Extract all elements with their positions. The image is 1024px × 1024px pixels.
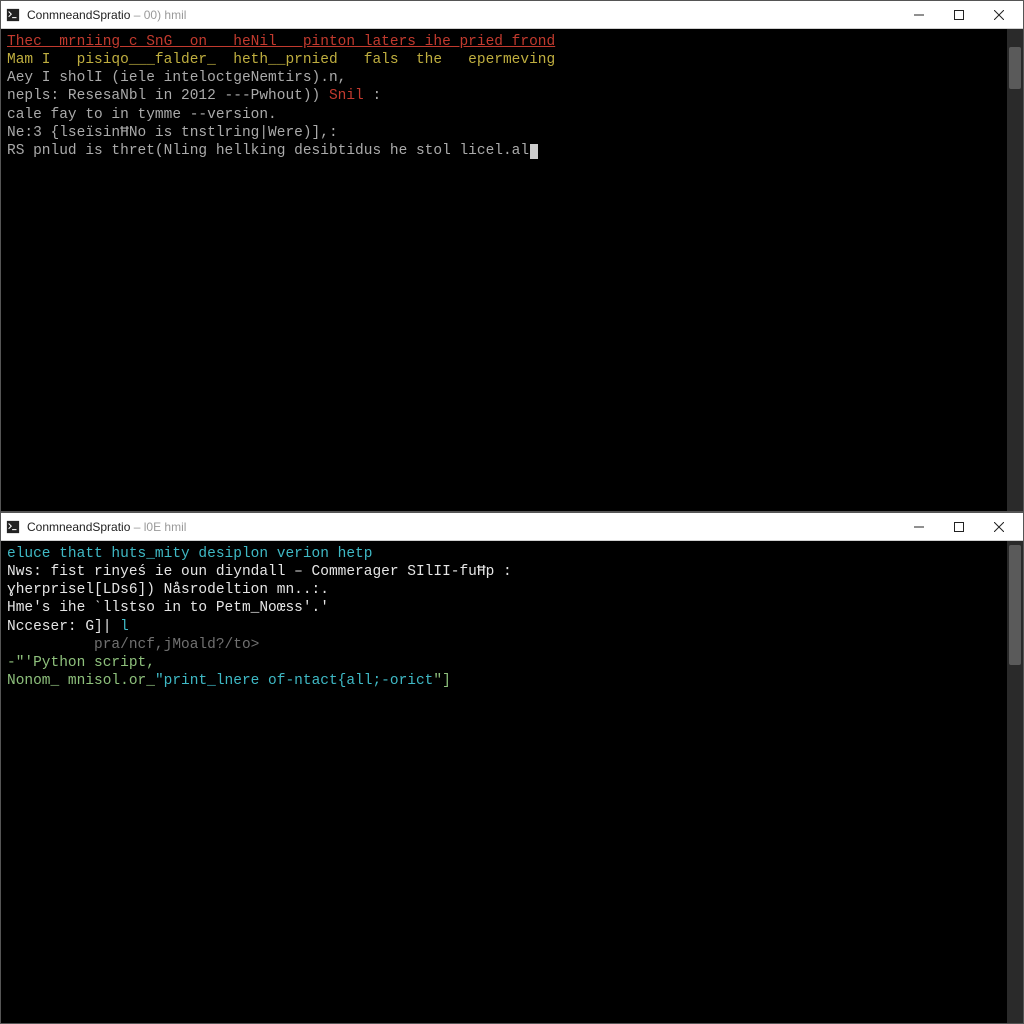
minimize-icon bbox=[914, 10, 924, 20]
terminal-line: Mam I pisiqo___falder_ heth__prnied fals… bbox=[7, 51, 1001, 69]
minimize-button[interactable] bbox=[899, 513, 939, 541]
terminal-line: Nonom_ mnisol.or_"print_lnere of-ntact{a… bbox=[7, 672, 1001, 690]
text-segment: Aey I sholI (iele inteloctgeNemtirs).n, bbox=[7, 70, 346, 86]
close-button[interactable] bbox=[979, 513, 1019, 541]
terminal-window-2: ConmneandSpratio – l0E hmil eluce thatt … bbox=[0, 512, 1024, 1024]
scrollbar-thumb[interactable] bbox=[1009, 47, 1021, 89]
terminal-icon bbox=[5, 519, 21, 535]
scrollbar-thumb[interactable] bbox=[1009, 545, 1021, 665]
window-title-suffix: – l0E hmil bbox=[130, 520, 186, 534]
maximize-icon bbox=[954, 10, 964, 20]
terminal-line: Ncceser: G]| l bbox=[7, 618, 1001, 636]
terminal-output[interactable]: eluce thatt huts_mity desiplon verion he… bbox=[1, 541, 1007, 1023]
close-button[interactable] bbox=[979, 1, 1019, 29]
titlebar[interactable]: ConmneandSpratio – l0E hmil bbox=[1, 513, 1023, 541]
text-segment: Nonom_ mnisol.or_ bbox=[7, 673, 155, 689]
maximize-button[interactable] bbox=[939, 1, 979, 29]
terminal-line: pra/ncf,jMoald?/to> bbox=[7, 636, 1001, 654]
scrollbar[interactable] bbox=[1007, 29, 1023, 511]
text-segment: RS pnlud is thret(Nling hellking desibti… bbox=[7, 143, 529, 159]
text-segment: cale fay to in tymme --version. bbox=[7, 107, 277, 123]
text-segment: ɣherprisel[LDs6]) Nåsrodeltion mn..:. bbox=[7, 582, 329, 598]
terminal-body: eluce thatt huts_mity desiplon verion he… bbox=[1, 541, 1023, 1023]
text-segment: nepls: ResesaNbl in 2012 ---Pwhout)) bbox=[7, 88, 329, 104]
text-segment: : bbox=[364, 88, 381, 104]
text-segment: l bbox=[120, 619, 129, 635]
cursor bbox=[530, 144, 538, 159]
terminal-output[interactable]: Thec mrniing c SnG on heNil pinton later… bbox=[1, 29, 1007, 511]
window-title: ConmneandSpratio – 00) hmil bbox=[27, 8, 186, 22]
text-segment: Nws: fist rinyeś ie oun diyndall – Comme… bbox=[7, 564, 512, 580]
window-title-main: ConmneandSpratio bbox=[27, 520, 130, 534]
terminal-body: Thec mrniing c SnG on heNil pinton later… bbox=[1, 29, 1023, 511]
text-segment: eluce thatt huts_mity desiplon verion he… bbox=[7, 546, 372, 562]
titlebar[interactable]: ConmneandSpratio – 00) hmil bbox=[1, 1, 1023, 29]
terminal-line: Thec mrniing c SnG on heNil pinton later… bbox=[7, 33, 1001, 51]
terminal-line: nepls: ResesaNbl in 2012 ---Pwhout)) Sni… bbox=[7, 87, 1001, 105]
close-icon bbox=[994, 522, 1004, 532]
text-segment: "print_lnere of-ntact{all;-orict bbox=[155, 673, 433, 689]
maximize-icon bbox=[954, 522, 964, 532]
text-segment: Snil bbox=[329, 88, 364, 104]
terminal-line: Nws: fist rinyeś ie oun diyndall – Comme… bbox=[7, 563, 1001, 581]
minimize-icon bbox=[914, 522, 924, 532]
text-segment: Hme's ihe ˋllstso in to Petm_Noœss'.' bbox=[7, 600, 329, 616]
close-icon bbox=[994, 10, 1004, 20]
terminal-line: cale fay to in tymme --version. bbox=[7, 106, 1001, 124]
terminal-icon bbox=[5, 7, 21, 23]
maximize-button[interactable] bbox=[939, 513, 979, 541]
minimize-button[interactable] bbox=[899, 1, 939, 29]
terminal-line: Aey I sholI (iele inteloctgeNemtirs).n, bbox=[7, 69, 1001, 87]
terminal-line: RS pnlud is thret(Nling hellking desibti… bbox=[7, 142, 1001, 160]
text-segment: Thec mrniing c SnG on heNil pinton later… bbox=[7, 34, 555, 50]
terminal-line: Hme's ihe ˋllstso in to Petm_Noœss'.' bbox=[7, 599, 1001, 617]
text-segment: "] bbox=[433, 673, 450, 689]
text-segment: Ne:3 {lseïsinĦNo is tnstlring|Were)],: bbox=[7, 125, 338, 141]
terminal-line: ɣherprisel[LDs6]) Nåsrodeltion mn..:. bbox=[7, 581, 1001, 599]
text-segment: -"'Python script, bbox=[7, 655, 155, 671]
text-segment: pra/ncf,jMoald?/to> bbox=[7, 637, 259, 653]
terminal-line: -"'Python script, bbox=[7, 654, 1001, 672]
window-title: ConmneandSpratio – l0E hmil bbox=[27, 520, 186, 534]
text-segment: Ncceser: G]| bbox=[7, 619, 120, 635]
terminal-line: eluce thatt huts_mity desiplon verion he… bbox=[7, 545, 1001, 563]
text-segment: Mam I pisiqo___falder_ heth__prnied fals… bbox=[7, 52, 555, 68]
scrollbar[interactable] bbox=[1007, 541, 1023, 1023]
window-title-suffix: – 00) hmil bbox=[130, 8, 186, 22]
terminal-window-1: ConmneandSpratio – 00) hmil Thec mrniing… bbox=[0, 0, 1024, 512]
window-title-main: ConmneandSpratio bbox=[27, 8, 130, 22]
terminal-line: Ne:3 {lseïsinĦNo is tnstlring|Were)],: bbox=[7, 124, 1001, 142]
